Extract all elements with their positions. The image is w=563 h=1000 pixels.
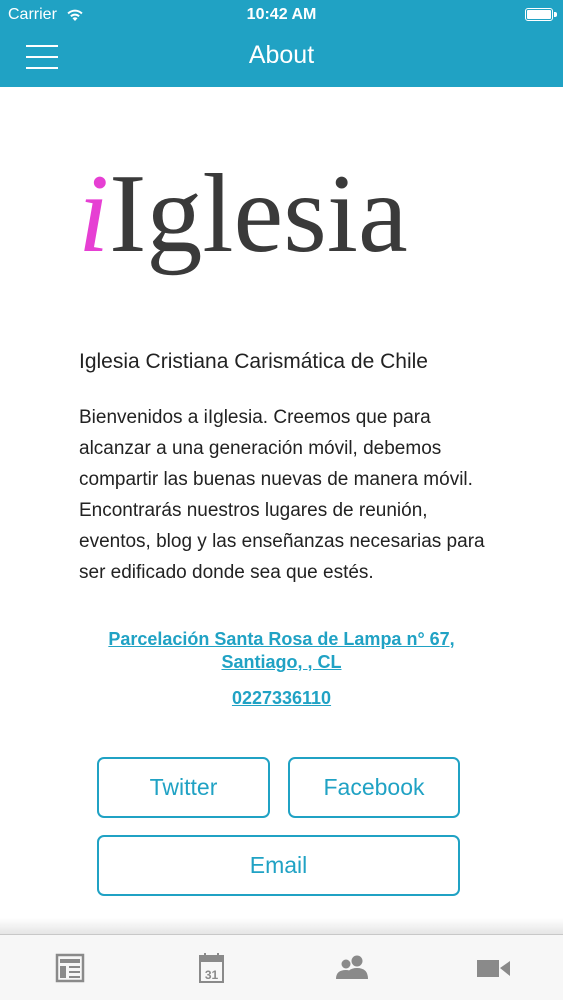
battery-icon	[525, 8, 557, 21]
tab-bar-shadow	[0, 918, 563, 934]
tab-bar: 31	[0, 934, 563, 1000]
tab-video[interactable]	[473, 951, 513, 985]
facebook-button[interactable]: Facebook	[288, 757, 460, 818]
organization-name: Iglesia Cristiana Carismática de Chile	[79, 350, 428, 373]
iglesia-logo: i Iglesia	[78, 140, 408, 270]
address-line-1: Parcelación Santa Rosa de Lampa n° 67,	[108, 629, 455, 649]
video-camera-icon	[477, 960, 510, 977]
navigation-bar: About	[0, 30, 563, 87]
address-link[interactable]: Parcelación Santa Rosa de Lampa n° 67, S…	[60, 628, 503, 674]
calendar-icon: 31	[199, 953, 224, 983]
phone-link[interactable]: 0227336110	[0, 688, 563, 709]
calendar-date: 31	[205, 968, 219, 982]
tab-news[interactable]	[51, 951, 91, 985]
status-time: 10:42 AM	[246, 6, 317, 23]
email-button[interactable]: Email	[97, 835, 460, 896]
about-description: Bienvenidos a iIglesia. Creemos que para…	[79, 407, 485, 583]
page-title: About	[248, 41, 315, 69]
status-bar: Carrier 10:42 AM	[0, 0, 563, 30]
tab-people[interactable]	[332, 951, 372, 985]
address-line-2: Santiago, , CL	[221, 652, 342, 672]
people-icon	[336, 955, 368, 979]
logo-letter-i: i	[78, 152, 110, 276]
tab-calendar[interactable]: 31	[191, 951, 231, 985]
news-icon	[55, 953, 85, 983]
twitter-button[interactable]: Twitter	[97, 757, 270, 818]
logo-wordmark: Iglesia	[109, 152, 408, 276]
